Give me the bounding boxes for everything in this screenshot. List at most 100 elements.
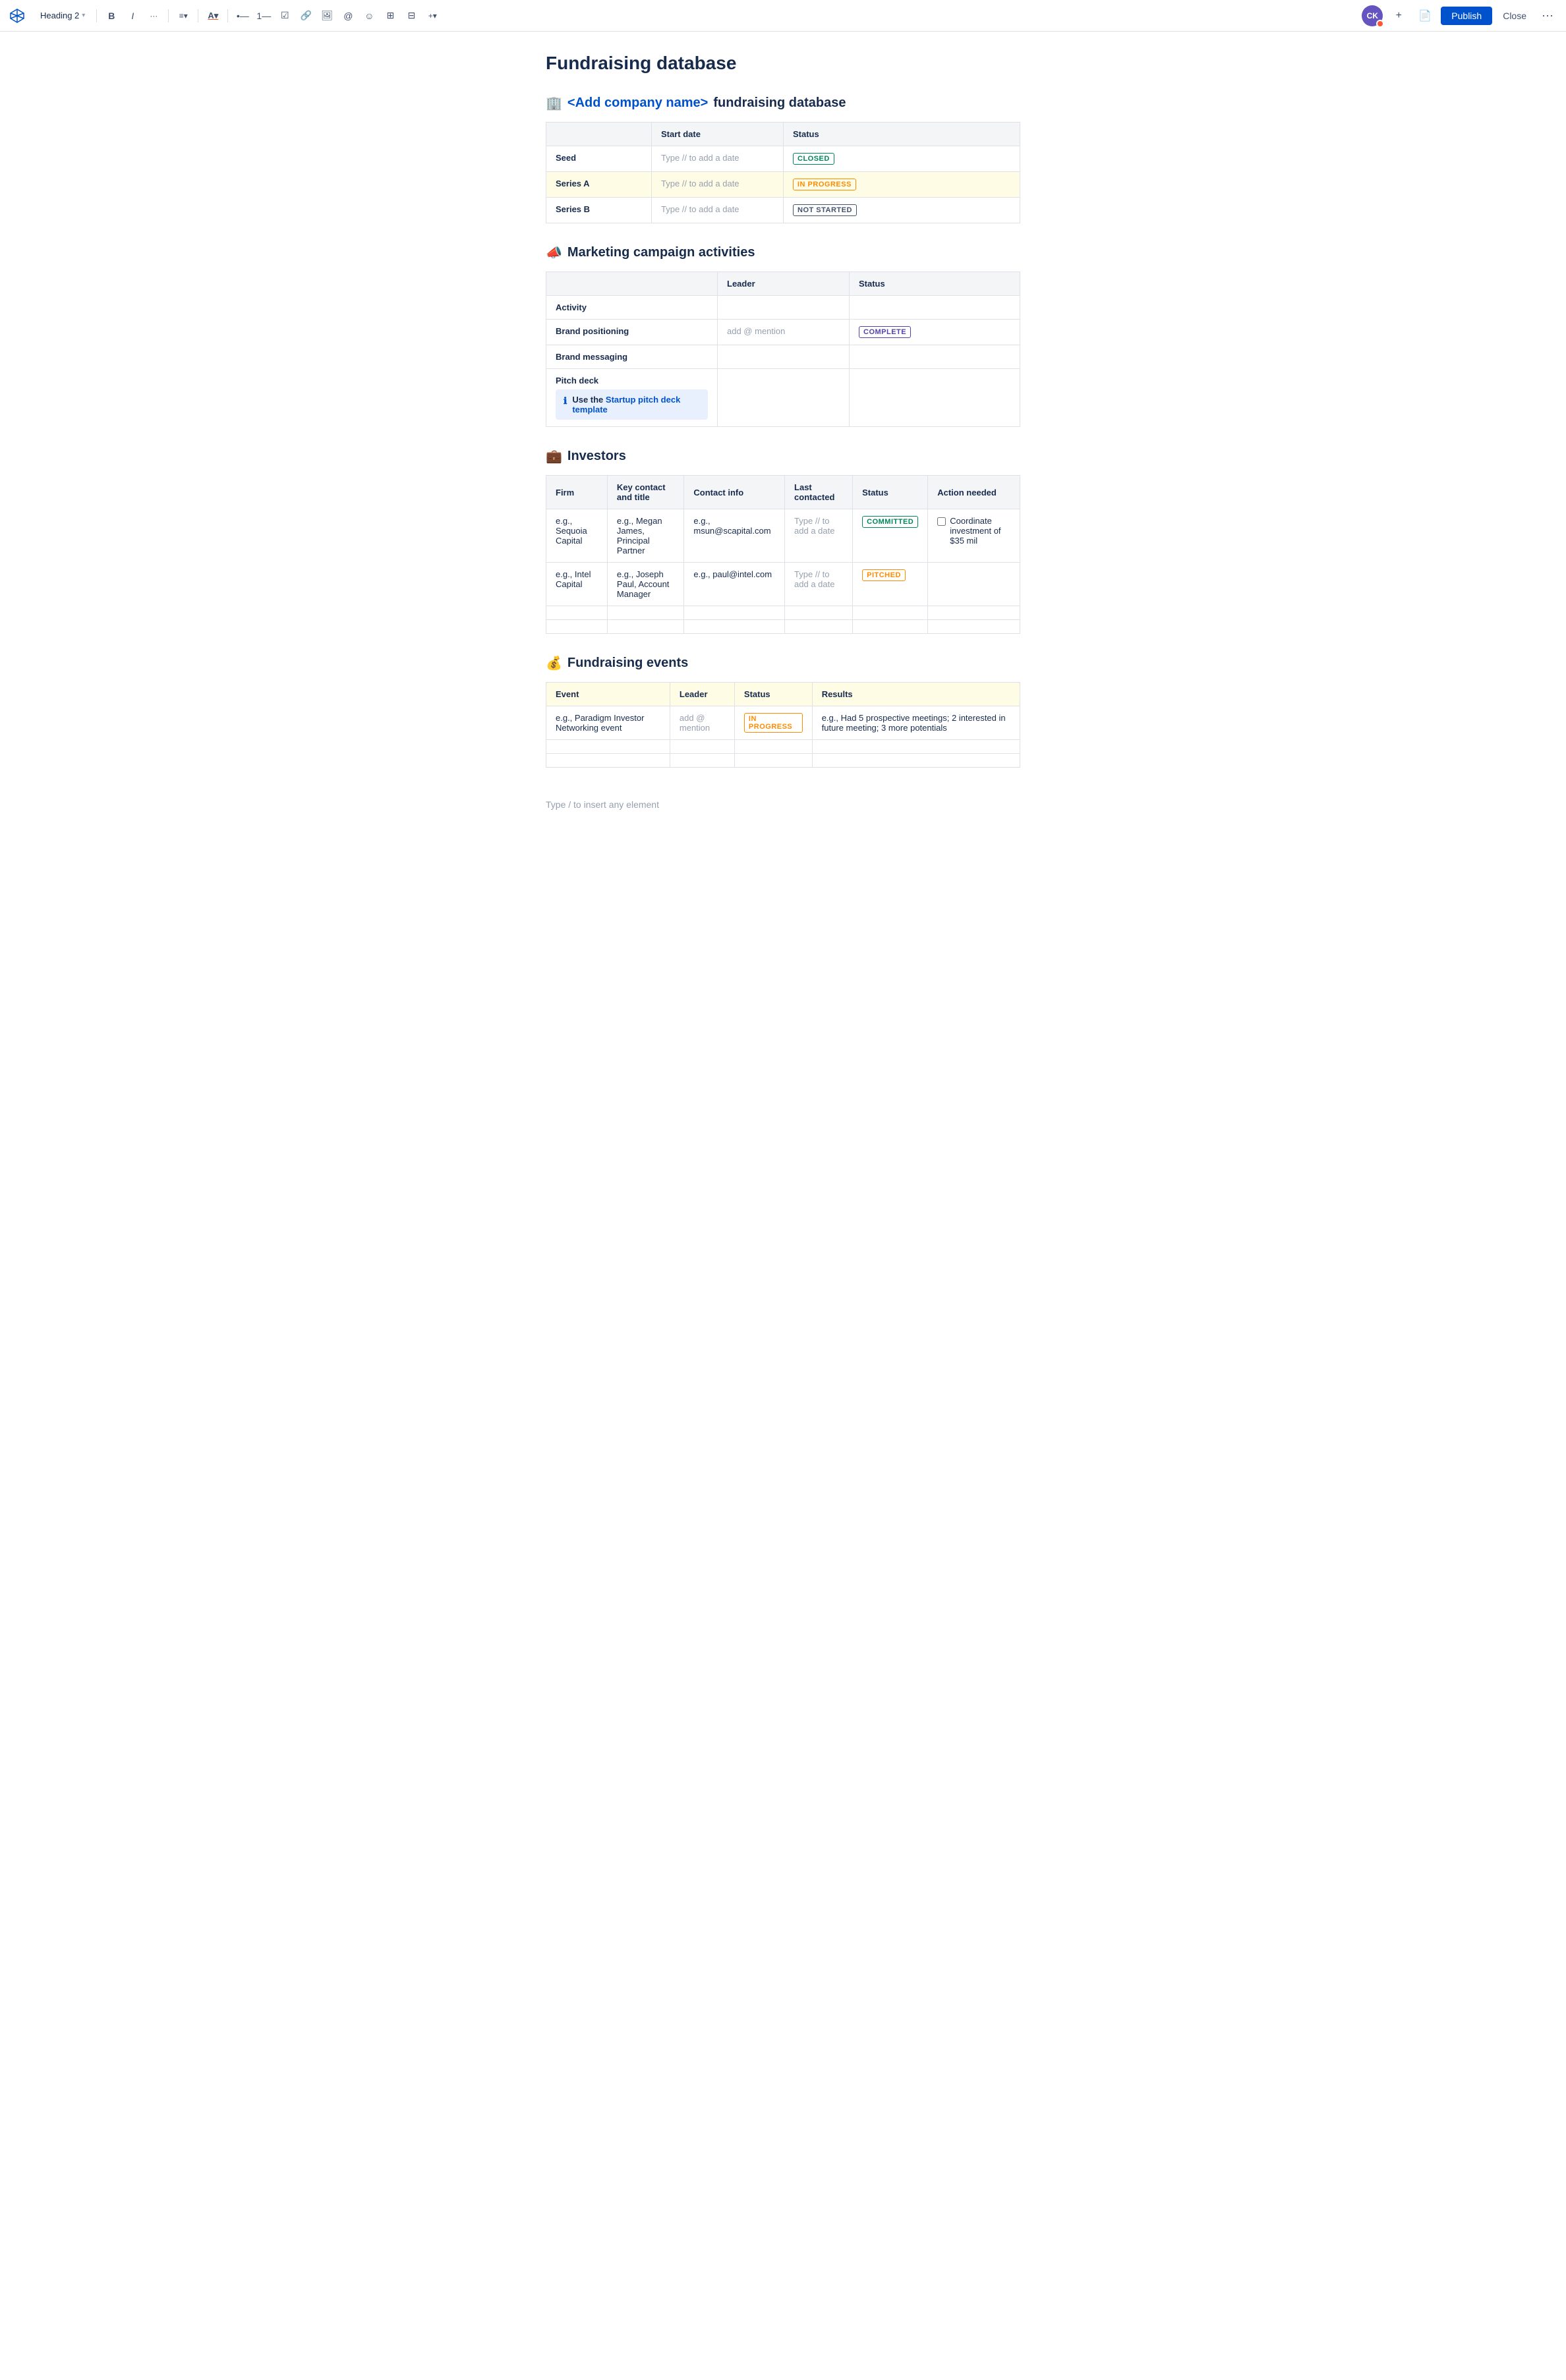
table-row: [546, 620, 608, 634]
italic-button[interactable]: I: [123, 7, 142, 25]
fundraising-heading-text: fundraising database: [713, 96, 846, 111]
th-investors: Last contacted: [785, 476, 853, 509]
numbered-list-button[interactable]: 1—: [254, 7, 273, 25]
th-investors: Status: [853, 476, 928, 509]
investors-heading-text: Investors: [567, 449, 626, 464]
more-options-button[interactable]: ···: [1537, 5, 1558, 26]
toolbar-divider-1: [96, 9, 97, 22]
table-row[interactable]: [670, 740, 734, 754]
events-heading: 💰 Fundraising events: [546, 655, 1020, 671]
table-row: e.g., msun@scapital.com: [684, 509, 785, 563]
table-row: COMMITTED: [853, 509, 928, 563]
table-row[interactable]: Type // to add a date: [652, 198, 784, 223]
insert-placeholder[interactable]: Type / to insert any element: [546, 799, 1020, 810]
user-avatar[interactable]: CK: [1362, 5, 1383, 26]
marketing-table: Leader Status Activity Brand positioning…: [546, 271, 1020, 427]
table-row[interactable]: Type // to add a date: [652, 146, 784, 172]
events-table: EventLeaderStatusResults e.g., Paradigm …: [546, 682, 1020, 768]
table-row[interactable]: [670, 754, 734, 768]
mention-button[interactable]: @: [339, 7, 357, 25]
briefcase-icon: 💼: [546, 448, 562, 465]
table-row: [928, 606, 1020, 620]
events-section: 💰 Fundraising events EventLeaderStatusRe…: [546, 655, 1020, 768]
notification-badge: [1376, 20, 1384, 28]
bold-button[interactable]: B: [102, 7, 121, 25]
bullet-list-button[interactable]: •—: [233, 7, 252, 25]
checklist-button[interactable]: ☑: [276, 7, 294, 25]
table-row[interactable]: [785, 606, 853, 620]
building-icon: 🏢: [546, 95, 562, 111]
page-title[interactable]: Fundraising database: [546, 53, 1020, 74]
table-row[interactable]: Type // to add a date: [652, 172, 784, 198]
content-area: Fundraising database 🏢 <Add company name…: [519, 32, 1047, 863]
table-row: e.g., Megan James, Principal Partner: [607, 509, 683, 563]
more-format-button[interactable]: ···: [144, 7, 163, 25]
info-callout: ℹ Use the Startup pitch deck template: [556, 389, 708, 420]
th-status-2: Status: [850, 272, 1020, 296]
layout-button[interactable]: ⊟: [402, 7, 420, 25]
table-row: [607, 606, 683, 620]
table-row[interactable]: Type // to add a date: [785, 563, 853, 606]
table-row[interactable]: add @ mention: [718, 320, 850, 345]
callout-link[interactable]: Startup pitch deck template: [572, 395, 680, 414]
app-logo[interactable]: [8, 7, 26, 25]
table-row[interactable]: Type // to add a date: [785, 509, 853, 563]
table-row: e.g., Had 5 prospective meetings; 2 inte…: [812, 706, 1020, 740]
th-investors: Action needed: [928, 476, 1020, 509]
align-button[interactable]: ≡▾: [174, 7, 192, 25]
money-icon: 💰: [546, 655, 562, 671]
fundraising-heading: 🏢 <Add company name> fundraising databas…: [546, 95, 1020, 111]
table-row: Series A: [546, 172, 652, 198]
investors-section: 💼 Investors FirmKey contact and titleCon…: [546, 448, 1020, 634]
table-row[interactable]: [718, 296, 850, 320]
th-empty-1: [546, 123, 652, 146]
publish-button[interactable]: Publish: [1441, 7, 1492, 25]
toolbar: Heading 2 ▾ B I ··· ≡▾ A▾ •— 1— ☑ 🔗 🖼 @ …: [0, 0, 1566, 32]
fundraising-table: Start date Status Seed Type // to add a …: [546, 122, 1020, 223]
table-row: [546, 754, 670, 768]
table-row: [684, 606, 785, 620]
image-button[interactable]: 🖼: [318, 7, 336, 25]
more-insert-button[interactable]: +▾: [423, 7, 442, 25]
table-row: Brand positioning: [546, 320, 718, 345]
table-row: [850, 345, 1020, 369]
link-button[interactable]: 🔗: [297, 7, 315, 25]
table-button[interactable]: ⊞: [381, 7, 399, 25]
fundraising-section: 🏢 <Add company name> fundraising databas…: [546, 95, 1020, 223]
heading-style-select[interactable]: Heading 2 ▾: [34, 7, 91, 24]
close-button[interactable]: Close: [1497, 7, 1532, 25]
table-row[interactable]: [718, 369, 850, 427]
table-row: IN PROGRESS: [784, 172, 1020, 198]
table-row: e.g., Joseph Paul, Account Manager: [607, 563, 683, 606]
table-row: [853, 606, 928, 620]
table-row: [607, 620, 683, 634]
th-investors: Firm: [546, 476, 608, 509]
table-row: [684, 620, 785, 634]
table-row: CLOSED: [784, 146, 1020, 172]
th-leader: Leader: [718, 272, 850, 296]
toolbar-divider-4: [227, 9, 228, 22]
table-row: [850, 369, 1020, 427]
table-row: COMPLETE: [850, 320, 1020, 345]
th-investors: Key contact and title: [607, 476, 683, 509]
table-row: Series B: [546, 198, 652, 223]
table-row[interactable]: [718, 345, 850, 369]
table-row: [853, 620, 928, 634]
th-start-date: Start date: [652, 123, 784, 146]
table-row: PITCHED: [853, 563, 928, 606]
table-row[interactable]: [785, 620, 853, 634]
text-color-button[interactable]: A▾: [204, 7, 222, 25]
th-empty-2: [546, 272, 718, 296]
th-events: Status: [734, 683, 812, 706]
table-row: e.g., Intel Capital: [546, 563, 608, 606]
table-row: [734, 754, 812, 768]
action-check[interactable]: [937, 517, 946, 526]
investors-table: FirmKey contact and titleContact infoLas…: [546, 475, 1020, 634]
template-button[interactable]: 📄: [1414, 5, 1436, 26]
emoji-button[interactable]: ☺: [360, 7, 378, 25]
table-row[interactable]: add @ mention: [670, 706, 734, 740]
action-checkbox: Coordinate investment of $35 mil: [937, 516, 1010, 546]
add-button[interactable]: +: [1388, 5, 1409, 26]
table-row: Activity: [546, 296, 718, 320]
add-company-placeholder[interactable]: <Add company name>: [567, 96, 708, 111]
